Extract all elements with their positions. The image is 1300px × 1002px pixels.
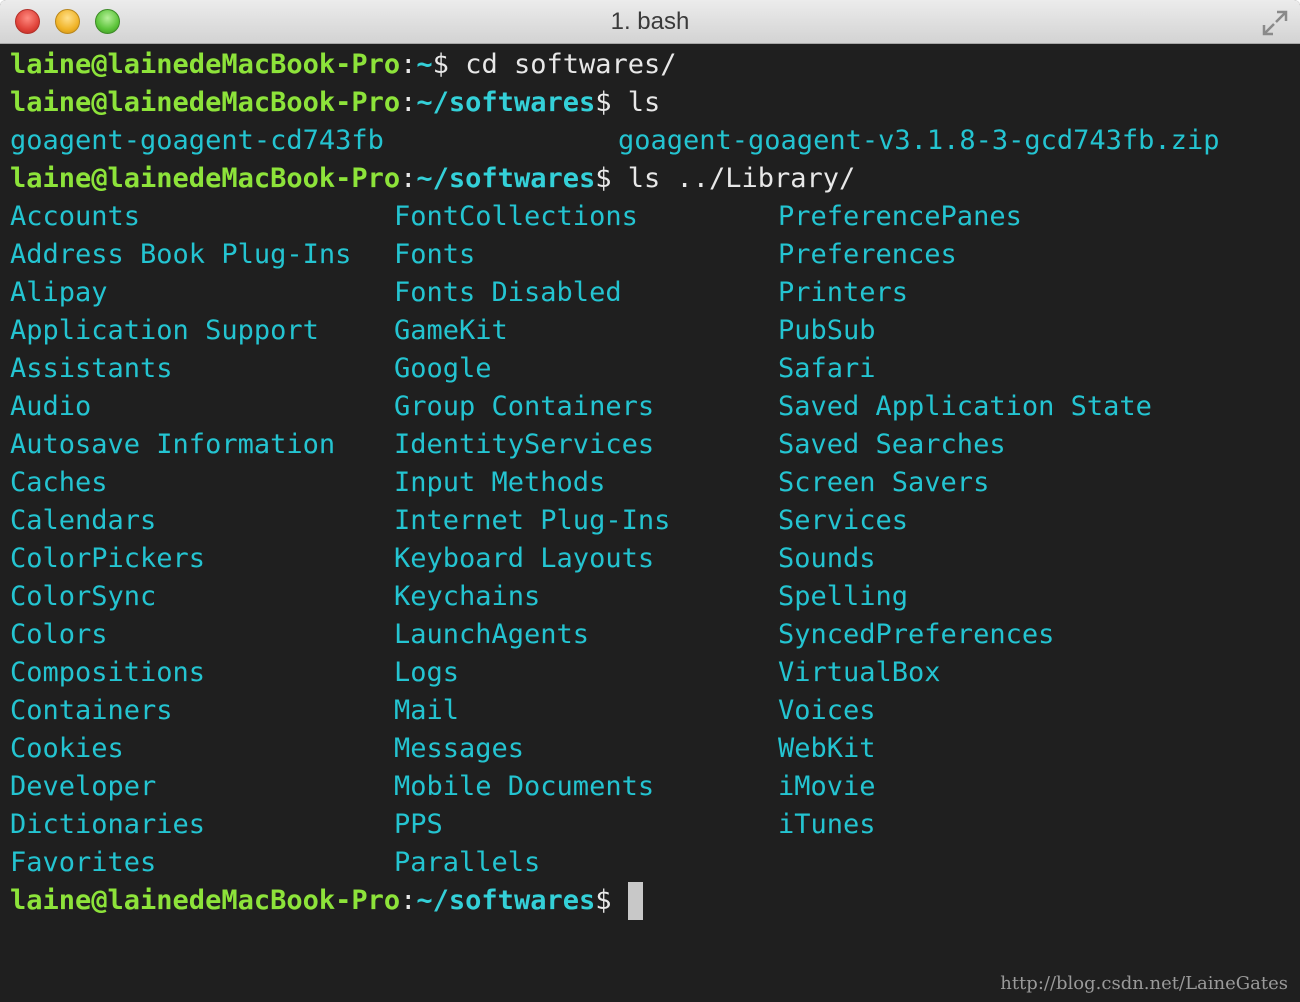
library-entry: Cookies: [10, 733, 124, 764]
ls-output-archive: goagent-goagent-v3.1.8-3-gcd743fb.zip: [618, 125, 1220, 156]
library-entry: Preferences: [778, 239, 957, 270]
library-entry: WebKit: [778, 733, 876, 764]
library-entry: Assistants: [10, 353, 173, 384]
library-entry: Containers: [10, 695, 173, 726]
library-entry: Mobile Documents: [394, 771, 655, 802]
library-entry: Logs: [394, 657, 460, 688]
library-entry: Fonts: [394, 239, 476, 270]
title-bar[interactable]: 1. bash: [0, 0, 1300, 44]
library-entry: Group Containers: [394, 391, 655, 422]
library-entry: Services: [778, 505, 909, 536]
prompt-line: laine@lainedeMacBook-Pro:~/softwares$ ls…: [10, 163, 856, 194]
prompt-path: ~: [416, 49, 433, 80]
library-entry: IdentityServices: [394, 429, 655, 460]
library-entry: Saved Searches: [778, 429, 1006, 460]
library-entry: Caches: [10, 467, 108, 498]
library-entry: Sounds: [778, 543, 876, 574]
prompt-user: laine@lainedeMacBook-Pro: [10, 163, 401, 194]
library-entry: Parallels: [394, 847, 541, 878]
library-entry: ColorSync: [10, 581, 157, 612]
library-entry: FontCollections: [394, 201, 638, 232]
library-entry: Accounts: [10, 201, 141, 232]
library-entry: PreferencePanes: [778, 201, 1022, 232]
library-entry: LaunchAgents: [394, 619, 590, 650]
library-entry: Voices: [778, 695, 876, 726]
library-entry: Alipay: [10, 277, 108, 308]
prompt-user: laine@lainedeMacBook-Pro: [10, 87, 401, 118]
command-text: ls ../Library/: [611, 163, 856, 194]
library-entry: SyncedPreferences: [778, 619, 1055, 650]
library-entry: iMovie: [778, 771, 876, 802]
watermark: http://blog.csdn.net/LaineGates: [1000, 973, 1288, 994]
library-entry: Internet Plug-Ins: [394, 505, 671, 536]
library-entry: Mail: [394, 695, 460, 726]
library-entry: Saved Application State: [778, 391, 1152, 422]
command-text: ls: [611, 87, 661, 118]
library-entry: Fonts Disabled: [394, 277, 622, 308]
terminal-window: 1. bash laine@lainedeMacBook-Pro:~$ cd s…: [0, 0, 1300, 1002]
library-entry: Calendars: [10, 505, 157, 536]
library-entry: PubSub: [778, 315, 876, 346]
prompt-line: laine@lainedeMacBook-Pro:~/softwares$ ls: [10, 87, 661, 118]
library-entry: Messages: [394, 733, 525, 764]
library-entry: Application Support: [10, 315, 319, 346]
prompt-line: laine@lainedeMacBook-Pro:~$ cd softwares…: [10, 49, 677, 80]
text-cursor: [627, 882, 643, 920]
library-entry: ColorPickers: [10, 543, 206, 574]
ls-output-directory: goagent-goagent-cd743fb: [10, 125, 384, 156]
library-entry: Spelling: [778, 581, 909, 612]
prompt-user: laine@lainedeMacBook-Pro: [10, 49, 401, 80]
prompt-path: ~/softwares: [416, 885, 596, 916]
library-entry: Autosave Information: [10, 429, 336, 460]
library-entry: Favorites: [10, 847, 157, 878]
library-entry: Compositions: [10, 657, 206, 688]
library-entry: Keychains: [394, 581, 541, 612]
prompt-path: ~/softwares: [416, 87, 596, 118]
prompt-user: laine@lainedeMacBook-Pro: [10, 885, 401, 916]
command-text: cd softwares/: [448, 49, 677, 80]
library-entry: PPS: [394, 809, 443, 840]
library-entry: Address Book Plug-Ins: [10, 239, 352, 270]
library-entry: VirtualBox: [778, 657, 941, 688]
library-entry: Google: [394, 353, 492, 384]
fullscreen-icon[interactable]: [1260, 8, 1290, 38]
library-entry: Input Methods: [394, 467, 606, 498]
window-title: 1. bash: [610, 8, 690, 35]
library-entry: Developer: [10, 771, 157, 802]
library-entry: GameKit: [394, 315, 508, 346]
library-entry: Dictionaries: [10, 809, 206, 840]
library-entry: Printers: [778, 277, 909, 308]
library-entry: Audio: [10, 391, 92, 422]
library-entry: Keyboard Layouts: [394, 543, 655, 574]
active-prompt-line: laine@lainedeMacBook-Pro:~/softwares$: [10, 882, 643, 920]
library-entry: Safari: [778, 353, 876, 384]
terminal-content[interactable]: laine@lainedeMacBook-Pro:~$ cd softwares…: [0, 44, 1300, 1002]
library-entry: iTunes: [778, 809, 876, 840]
library-entry: Colors: [10, 619, 108, 650]
library-entry: Screen Savers: [778, 467, 990, 498]
prompt-path: ~/softwares: [416, 163, 596, 194]
